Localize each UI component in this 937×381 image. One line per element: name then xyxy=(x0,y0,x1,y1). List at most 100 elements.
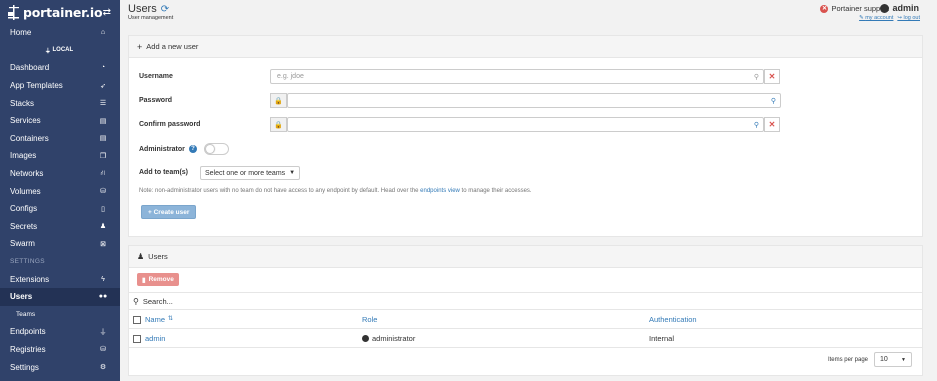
log-out-label: log out xyxy=(903,15,920,21)
remove-button[interactable]: ▮ Remove xyxy=(137,273,179,286)
username-placeholder: e.g. jdoe xyxy=(277,73,304,80)
my-account-link[interactable]: ✎ my account xyxy=(859,15,893,21)
sidebar-item-app-templates[interactable]: App Templates ➶ xyxy=(0,77,120,95)
user-circle-icon xyxy=(362,335,369,342)
sidebar-item-users[interactable]: Users ●● xyxy=(0,287,120,306)
user-links: ✎ my account ↪ log out xyxy=(859,15,920,21)
cubes-icon: ⛁ xyxy=(100,188,106,196)
plug-icon: ⏚ xyxy=(44,48,53,55)
column-auth-header[interactable]: Authentication xyxy=(649,315,697,324)
teams-label: Add to team(s) xyxy=(139,169,188,176)
sidebar-item-swarm[interactable]: Swarm ⊠ xyxy=(0,235,120,253)
lock-icon: 🔒 xyxy=(270,117,287,132)
teams-note: Note: non-administrator users with no te… xyxy=(139,188,532,194)
search-bar: ⚲ Search... xyxy=(129,292,922,310)
field-label: Confirm password xyxy=(139,121,201,128)
refresh-icon[interactable]: ⟳ xyxy=(161,4,169,15)
list-icon: ☰ xyxy=(99,100,107,108)
sidebar-item-dashboard[interactable]: Dashboard ◔ xyxy=(0,59,120,77)
log-out-link[interactable]: ↪ log out xyxy=(897,15,920,21)
toggle-knob xyxy=(206,145,214,153)
sidebar-item-secrets[interactable]: Secrets ♟ xyxy=(0,218,120,236)
key-icon: ⚲ xyxy=(770,98,776,105)
user-secret-icon: ♟ xyxy=(99,223,107,231)
sidebar-item-services[interactable]: Services ▤ xyxy=(0,112,120,130)
exchange-icon[interactable]: ⇄ xyxy=(103,7,111,18)
role-cell: administrator xyxy=(362,334,415,343)
page-header: Users ⟳ User management ✕ Portainer supp… xyxy=(128,0,937,28)
add-user-panel-header: + Add a new user xyxy=(129,36,922,58)
caret-down-icon: ▼ xyxy=(901,356,906,363)
sidebar-item-stacks[interactable]: Stacks ☰ xyxy=(0,94,120,112)
services-icon: ▤ xyxy=(99,117,107,125)
table-header: Name ⇅ Role Authentication xyxy=(129,311,922,329)
items-per-page-select[interactable]: 10 ▼ xyxy=(874,352,912,367)
search-input[interactable]: Search... xyxy=(143,297,173,306)
sidebar-item-images[interactable]: Images ❐ xyxy=(0,147,120,165)
sort-icon: ⇅ xyxy=(168,316,174,322)
confirm-password-input[interactable]: ⚲ xyxy=(287,117,764,132)
cogs-icon: ⚙ xyxy=(99,364,107,372)
file-code-icon: ▯ xyxy=(101,205,105,213)
confirm-invalid-icon: ✕ xyxy=(764,117,780,132)
caret-down-icon: ▼ xyxy=(289,170,296,176)
sidebar-item-endpoints[interactable]: Endpoints ⏚ xyxy=(0,323,120,341)
create-user-button[interactable]: + Create user xyxy=(141,205,197,219)
support-link[interactable]: ✕ Portainer support xyxy=(820,4,889,13)
sidebar-item-configs[interactable]: Configs ▯ xyxy=(0,200,120,218)
select-all-checkbox[interactable] xyxy=(133,315,141,324)
sidebar-item-teams[interactable]: Teams xyxy=(0,306,120,324)
pagination-footer: Items per page 10 ▼ xyxy=(828,352,912,367)
username-input[interactable]: e.g. jdoe ⚲ xyxy=(270,69,764,84)
user-icon: ♟ xyxy=(137,252,145,261)
logo-row: portainer.io ⇄ xyxy=(0,0,120,24)
my-account-label: my account xyxy=(865,15,894,21)
sidebar-item-label: Users xyxy=(10,292,33,302)
add-user-panel: + Add a new user Username e.g. jdoe ⚲ ✕ … xyxy=(128,35,923,237)
field-label: Password xyxy=(139,97,173,104)
sidebar-item-label: Registries xyxy=(10,344,46,354)
role-text: administrator xyxy=(372,334,416,343)
sidebar-item-networks[interactable]: Networks ⛙ xyxy=(0,165,120,183)
field-label: Username xyxy=(139,73,173,80)
note-text: Note: non-administrator users with no te… xyxy=(139,188,421,194)
search-icon: ⚲ xyxy=(133,296,139,306)
key-icon: ⚲ xyxy=(753,122,759,129)
items-per-page-label: Items per page xyxy=(827,356,868,363)
lock-icon: 🔒 xyxy=(270,93,287,108)
trash-icon: ▮ xyxy=(142,276,146,284)
column-name-header[interactable]: Name ⇅ xyxy=(145,315,173,324)
sidebar-item-settings[interactable]: Settings ⚙ xyxy=(0,358,120,376)
question-circle-icon[interactable]: ? xyxy=(188,145,197,153)
teams-select[interactable]: Select one or more teams ▼ xyxy=(200,166,301,180)
endpoint-label: ⏚ LOCAL xyxy=(0,42,120,60)
users-icon: ●● xyxy=(98,293,108,301)
table-row: admin administrator Internal xyxy=(129,330,922,348)
sidebar-item-containers[interactable]: Containers ▤ xyxy=(0,130,120,148)
server-icon: ▤ xyxy=(99,135,107,143)
sidebar-item-label: Settings xyxy=(10,362,39,372)
sidebar-item-label: Configs xyxy=(10,204,38,214)
bolt-icon: ϟ xyxy=(101,275,105,283)
password-input[interactable]: ⚲ xyxy=(287,93,781,108)
sidebar-item-volumes[interactable]: Volumes ⛁ xyxy=(0,182,120,200)
sidebar-item-home[interactable]: Home ⌂ xyxy=(0,24,120,42)
sidebar-item-label: Images xyxy=(10,151,37,161)
section-label: SETTINGS xyxy=(10,258,45,266)
endpoints-view-link[interactable]: endpoints view xyxy=(420,188,460,194)
home-icon: ⌂ xyxy=(100,29,106,37)
plug-icon: ⏚ xyxy=(99,328,107,336)
portainer-logo[interactable]: portainer.io xyxy=(8,4,103,20)
remove-label: Remove xyxy=(148,276,174,283)
sidebar-item-registries[interactable]: Registries ⛁ xyxy=(0,341,120,359)
sidebar-item-label: Networks xyxy=(10,169,44,179)
sidebar-item-extensions[interactable]: Extensions ϟ xyxy=(0,270,120,288)
field-label: Add to team(s) xyxy=(139,169,188,176)
administrator-toggle[interactable] xyxy=(204,143,229,155)
column-role-header[interactable]: Role xyxy=(362,315,377,324)
sidebar-item-label: Home xyxy=(10,28,32,38)
user-name-link[interactable]: admin xyxy=(145,334,165,343)
sidebar-item-label: Containers xyxy=(10,133,49,143)
row-checkbox[interactable] xyxy=(133,334,141,343)
sidebar-item-label: Dashboard xyxy=(10,63,50,73)
